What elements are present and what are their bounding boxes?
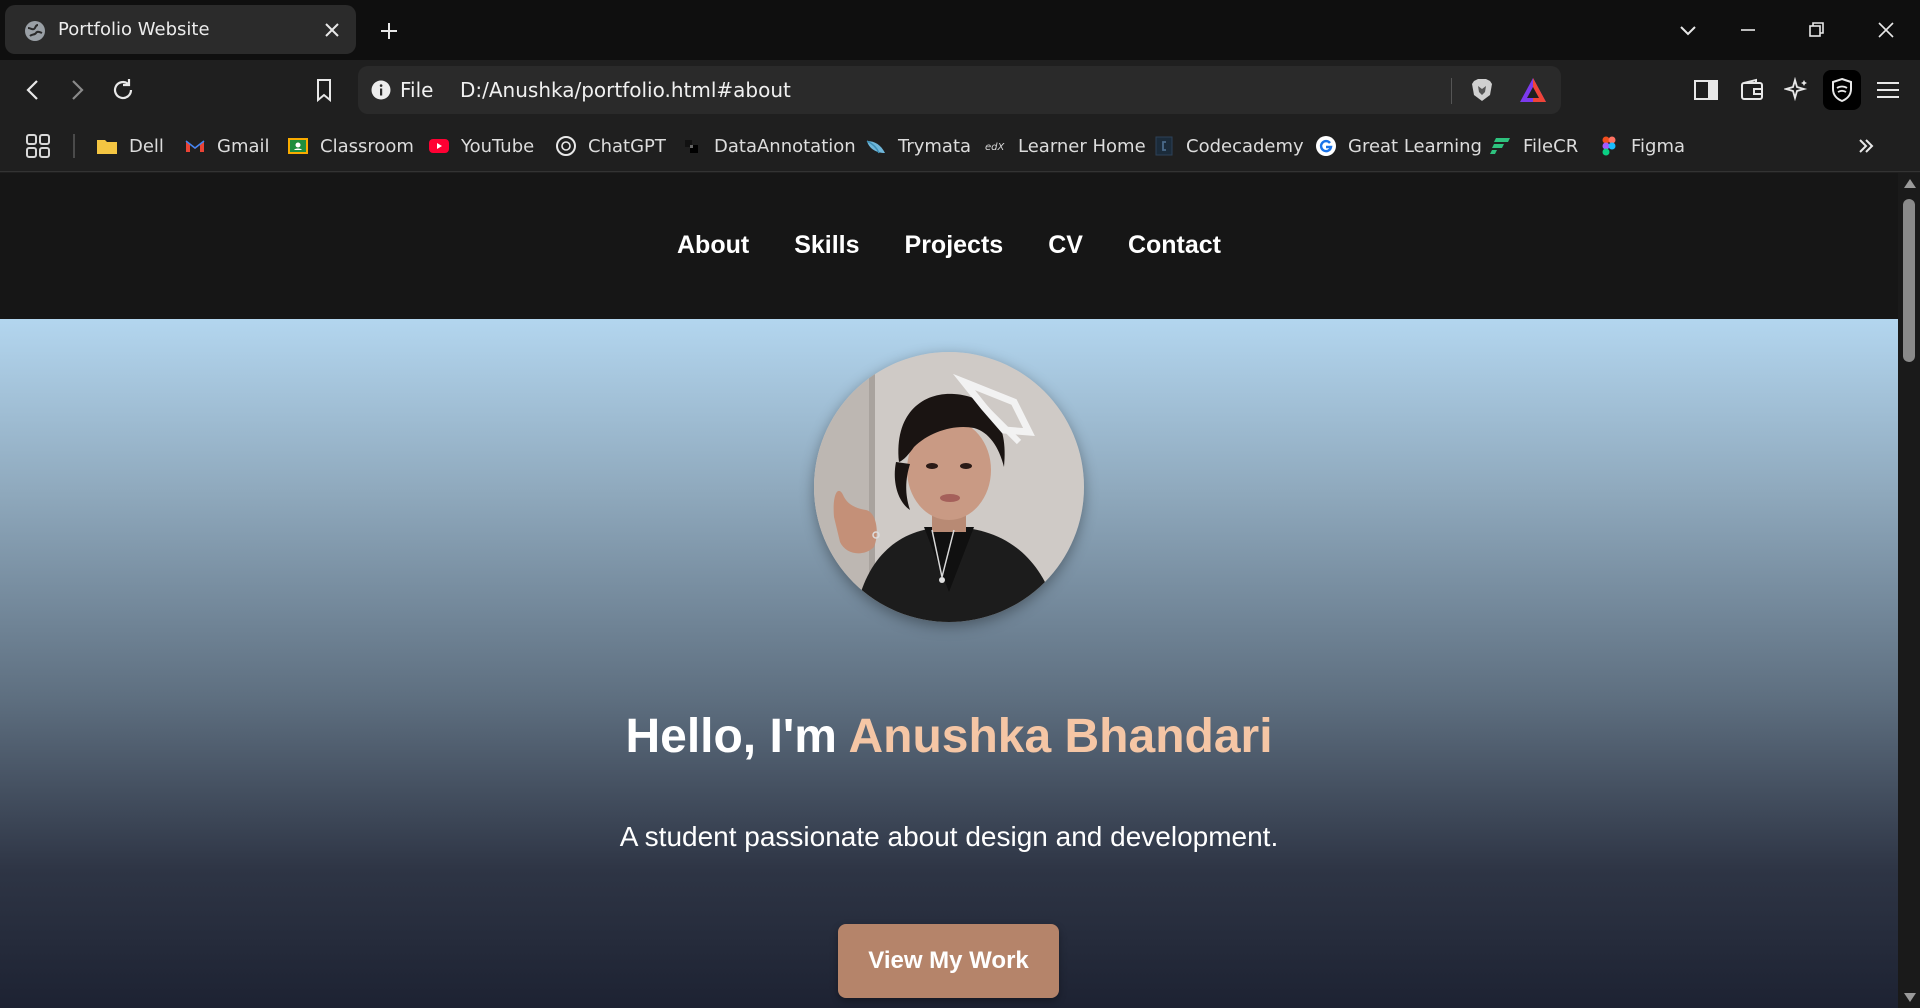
hero-greeting: Hello, I'm [625, 710, 849, 763]
restore-icon [1809, 22, 1824, 37]
sidebar-button[interactable] [1688, 72, 1724, 108]
nav-link-projects[interactable]: Projects [905, 231, 1004, 260]
bookmark-trymata[interactable]: Trymata [865, 130, 971, 162]
back-button[interactable] [15, 72, 51, 108]
bookmark-learner-home[interactable]: edX Learner Home [985, 130, 1146, 162]
bookmark-label: Great Learning [1348, 135, 1482, 157]
close-icon [1878, 22, 1894, 38]
folder-icon [96, 135, 118, 157]
bookmark-great-learning[interactable]: Great Learning [1315, 130, 1482, 162]
bookmark-figma[interactable]: Figma [1598, 130, 1685, 162]
bookmark-icon [317, 79, 331, 103]
site-navbar: About Skills Projects CV Contact [0, 173, 1898, 319]
dataannotation-icon [681, 135, 703, 157]
tab-title: Portfolio Website [58, 19, 210, 40]
globe-icon [24, 20, 46, 42]
url-scheme-label: File [400, 78, 434, 102]
apps-grid-icon[interactable] [24, 132, 52, 160]
hero-section: Hello, I'm Anushka Bhandari A student pa… [0, 319, 1898, 1008]
leo-ai-button[interactable] [1779, 72, 1815, 108]
bookmark-classroom[interactable]: Classroom [287, 130, 414, 162]
url-text[interactable]: D:/Anushka/portfolio.html#about [460, 78, 791, 102]
wallet-icon [1741, 78, 1763, 100]
hamburger-menu-icon [1877, 82, 1899, 98]
brave-shields-icon[interactable] [1468, 76, 1496, 104]
bookmark-label: Gmail [217, 135, 270, 157]
bookmark-label: Classroom [320, 135, 414, 157]
scroll-down-arrow-icon[interactable] [1904, 993, 1916, 1002]
tab-search-button[interactable] [1654, 0, 1722, 60]
minimize-button[interactable] [1714, 0, 1782, 60]
bookmarks-bar: Dell Gmail Classroom YouTube ChatGPT Dat… [0, 120, 1920, 172]
forward-button[interactable] [59, 72, 95, 108]
hero-name: Anushka Bhandari [848, 710, 1273, 763]
hero-subtitle: A student passionate about design and de… [619, 821, 1279, 852]
profile-photo [814, 352, 1084, 622]
sparkle-icon [1784, 77, 1808, 102]
address-bar[interactable]: File D:/Anushka/portfolio.html#about [358, 66, 1561, 114]
bookmark-label: ChatGPT [588, 135, 666, 157]
chevron-down-icon [1680, 26, 1696, 36]
codecademy-icon [1153, 135, 1175, 157]
sidebar-icon [1694, 80, 1718, 100]
bookmark-label: Learner Home [1018, 135, 1146, 157]
bookmark-label: Figma [1631, 135, 1686, 157]
bookmark-label: DataAnnotation [714, 135, 856, 157]
bookmark-page-button[interactable] [306, 72, 342, 108]
great-learning-icon [1315, 135, 1337, 157]
bookmark-label: Trymata [898, 135, 972, 157]
nav-link-contact[interactable]: Contact [1128, 231, 1221, 260]
bookmark-dell[interactable]: Dell [96, 130, 164, 162]
svg-text:edX: edX [985, 142, 1006, 153]
nav-links: About Skills Projects CV Contact [0, 231, 1898, 260]
browser-tab-active[interactable]: Portfolio Website [5, 5, 356, 54]
figma-icon [1598, 135, 1620, 157]
nav-link-about[interactable]: About [677, 231, 749, 260]
omnibox-divider [1451, 78, 1452, 104]
restore-button[interactable] [1782, 0, 1850, 60]
chatgpt-icon [555, 135, 577, 157]
more-bookmarks-icon[interactable] [1852, 132, 1880, 160]
reload-button[interactable] [105, 72, 141, 108]
bookmark-label: FileCR [1523, 135, 1579, 157]
scrollbar-thumb[interactable] [1903, 199, 1915, 362]
bookmarks-divider [73, 134, 75, 158]
youtube-icon [428, 135, 450, 157]
scroll-up-arrow-icon[interactable] [1904, 179, 1916, 188]
bookmark-codecademy[interactable]: Codecademy [1153, 130, 1304, 162]
hero-heading: Hello, I'm Anushka Bhandari [0, 709, 1898, 764]
filecr-icon [1490, 135, 1512, 157]
bookmark-chatgpt[interactable]: ChatGPT [555, 130, 666, 162]
main-menu-button[interactable] [1870, 72, 1906, 108]
wallet-button[interactable] [1734, 72, 1770, 108]
arrow-left-icon [26, 80, 38, 100]
view-my-work-button[interactable]: View My Work [838, 924, 1059, 998]
classroom-icon [287, 135, 309, 157]
trymata-icon [865, 135, 887, 157]
nav-link-skills[interactable]: Skills [794, 231, 859, 260]
close-window-button[interactable] [1852, 0, 1920, 60]
tab-strip: Portfolio Website [0, 0, 1920, 60]
close-tab-icon[interactable] [323, 21, 341, 39]
vpn-button[interactable] [1823, 70, 1861, 110]
page-scrollbar[interactable] [1898, 173, 1920, 1008]
reload-icon [113, 79, 133, 100]
arrow-right-icon [72, 80, 84, 100]
gmail-icon [184, 135, 206, 157]
bookmark-filecr[interactable]: FileCR [1490, 130, 1578, 162]
bookmark-label: Dell [129, 135, 164, 157]
bookmark-label: YouTube [461, 135, 535, 157]
bookmark-dataannotation[interactable]: DataAnnotation [681, 130, 856, 162]
info-icon[interactable] [371, 80, 391, 100]
new-tab-button[interactable] [372, 14, 406, 48]
bookmark-gmail[interactable]: Gmail [184, 130, 270, 162]
brave-rewards-icon[interactable] [1518, 76, 1548, 104]
minimize-icon [1741, 29, 1755, 31]
nav-link-cv[interactable]: CV [1048, 231, 1083, 260]
page-viewport: About Skills Projects CV Contact Hello, … [0, 173, 1898, 1008]
edx-icon: edX [985, 135, 1007, 157]
bookmark-label: Codecademy [1186, 135, 1304, 157]
shield-icon [1832, 77, 1852, 103]
bookmark-youtube[interactable]: YouTube [428, 130, 534, 162]
